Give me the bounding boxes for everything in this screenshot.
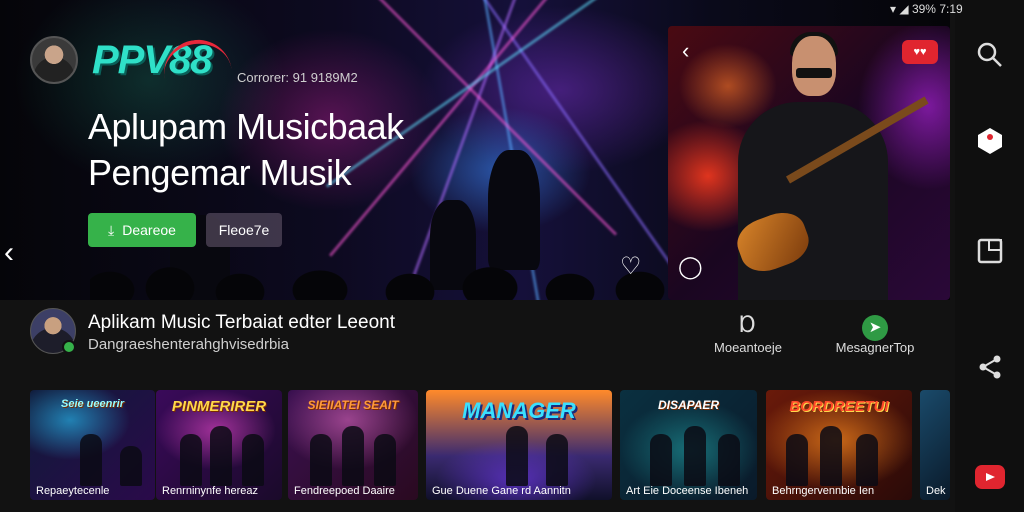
user-avatar[interactable]	[30, 36, 78, 84]
pin-icon: Ɒ	[739, 312, 757, 337]
thumbnail-title: BORDREETUI	[789, 398, 889, 415]
thumbnail-card[interactable]: PINMERIRER Renrninynfe hereaz	[156, 390, 282, 500]
thumbnail-card[interactable]: DISAPAER Art Eie Doceense Ibeneh	[620, 390, 757, 500]
featured-artist-panel[interactable]: ‹ ♥♥ ◯	[668, 26, 950, 300]
action-pin-label: Moeantoeje	[714, 340, 782, 355]
app-title: Aplikam Music Terbaiat edter Leeont	[88, 312, 395, 333]
thumbnail-title: SIEIIATEI SEAIT	[307, 398, 399, 412]
download-icon: ⤓	[108, 221, 115, 238]
thumbnail-card[interactable]: SIEIIATEI SEAIT Fendreepoed Daaire	[288, 390, 418, 500]
thumbnail-title: PINMERIRER	[171, 398, 267, 415]
action-send-button[interactable]: ➤ MesagnerTop	[828, 312, 922, 355]
heart-icon[interactable]: ♡	[620, 252, 642, 281]
battery-level: 39%	[911, 2, 936, 16]
action-pin-button[interactable]: Ɒ Moeantoeje	[706, 312, 790, 355]
status-bar: ▾ ◢ 39% 7:19	[890, 2, 963, 16]
chevron-left-icon[interactable]: ‹	[4, 236, 28, 276]
thumbnail-title: MANAGER	[462, 398, 576, 423]
primary-button[interactable]: ⤓ Deareoe	[88, 213, 196, 247]
youtube-icon[interactable]	[973, 460, 1007, 494]
wifi-icon: ▾	[890, 2, 897, 16]
hero-title: Aplupam Musicbaak Pengemar Musik	[88, 104, 404, 196]
thumbnail-title: Seie ueenrir	[61, 398, 124, 410]
live-badge: ♥♥	[902, 40, 938, 64]
thumbnail-caption: Fendreepoed Daaire	[294, 485, 395, 497]
thumbnail-card[interactable]: BORDREETUI Behrngervennbie Ien	[766, 390, 912, 500]
window-icon[interactable]	[973, 234, 1007, 268]
thumbnail-caption: Art Eie Doceense Ibeneh	[626, 485, 749, 497]
action-send-label: MesagnerTop	[835, 340, 915, 355]
hero-title-line1: Aplupam Musicbaak	[88, 106, 404, 147]
thumbnail-caption: Dek	[926, 485, 946, 497]
back-arrow-icon[interactable]: ‹	[682, 38, 689, 64]
app-subtitle: Dangraeshenterahghvisedrbia	[88, 336, 289, 353]
hexagon-icon[interactable]	[973, 124, 1007, 158]
thumbnail-title: DISAPAER	[657, 398, 720, 412]
thumbnail-caption: Repaeytecenle	[36, 485, 110, 497]
clock: 7:19	[939, 2, 963, 16]
thumbnail-card[interactable]: Dek	[920, 390, 950, 500]
thumbnail-card[interactable]: MANAGER Gue Duene Gane rd Aannitn	[426, 390, 612, 500]
primary-button-label: Deareoe	[122, 222, 176, 238]
share-icon[interactable]	[973, 350, 1007, 384]
signal-icon: ◢	[899, 2, 909, 16]
hero-title-line2: Pengemar Musik	[88, 152, 352, 193]
search-icon[interactable]	[973, 38, 1007, 72]
thumbnail-caption: Gue Duene Gane rd Aannitn	[432, 485, 571, 497]
record-icon[interactable]: ◯	[678, 254, 703, 280]
verified-icon	[62, 340, 76, 354]
thumbnail-caption: Behrngervennbie Ien	[772, 485, 875, 497]
thumbnail-card[interactable]: Seie ueenrir Repaeytecenle	[30, 390, 155, 500]
secondary-button[interactable]: Fleoe7e	[206, 213, 282, 247]
hero-tag: Corrorer: 91 9189M2	[237, 70, 358, 85]
send-icon: ➤	[862, 315, 888, 341]
thumbnail-caption: Renrninynfe hereaz	[162, 485, 259, 497]
